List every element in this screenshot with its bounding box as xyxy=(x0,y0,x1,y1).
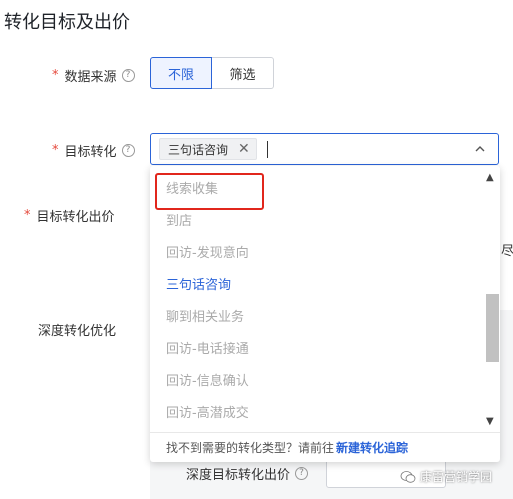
target-conversion-label: * 目标转化 ? xyxy=(52,141,135,160)
chevron-up-icon[interactable] xyxy=(474,143,486,155)
text-caret xyxy=(266,140,268,158)
data-source-label-text: 数据来源 xyxy=(64,70,117,85)
option-callback-info-confirm[interactable]: 回访-信息确认 xyxy=(150,366,484,398)
target-bid-label: * 目标转化出价 xyxy=(24,206,115,225)
watermark: 康雷营销学园 xyxy=(400,468,492,485)
data-source-option-filter[interactable]: 筛选 xyxy=(212,57,274,89)
dropdown-footer: 找不到需要的转化类型？请前往 新建转化追踪 xyxy=(150,432,500,462)
help-icon[interactable]: ? xyxy=(121,69,135,82)
option-callback-intent[interactable]: 回访-发现意向 xyxy=(150,238,484,270)
deep-bid-label: 深度目标转化出价 ? xyxy=(186,464,309,483)
data-source-segmented: 不限 筛选 xyxy=(150,57,274,89)
watermark-text: 康雷营销学园 xyxy=(420,470,493,484)
required-mark: * xyxy=(24,208,31,223)
required-mark: * xyxy=(52,143,59,158)
target-bid-label-text: 目标转化出价 xyxy=(36,210,115,225)
conversion-dropdown: 线索收集 到店 回访-发现意向 三句话咨询 聊到相关业务 回访-电话接通 回访-… xyxy=(150,166,500,462)
data-source-option-unlimited[interactable]: 不限 xyxy=(150,57,212,89)
selected-tag: 三句话咨询 ✕ xyxy=(159,138,257,160)
option-callback-high-potential[interactable]: 回访-高潜成交 xyxy=(150,398,484,430)
data-source-label: * 数据来源 ? xyxy=(52,66,135,85)
new-conversion-tracking-link[interactable]: 新建转化追踪 xyxy=(336,439,408,456)
section-title: 转化目标及出价 xyxy=(4,12,130,33)
scrollbar-thumb[interactable] xyxy=(486,294,499,362)
target-conversion-label-text: 目标转化 xyxy=(64,145,117,160)
wechat-icon xyxy=(400,470,416,483)
footer-text: 找不到需要的转化类型？请前往 xyxy=(166,441,335,455)
truncated-text: 尽 xyxy=(501,244,513,259)
red-highlight-annotation xyxy=(155,173,264,210)
option-related-business[interactable]: 聊到相关业务 xyxy=(150,302,484,334)
option-store-visit[interactable]: 到店 xyxy=(150,206,484,238)
help-icon[interactable]: ? xyxy=(121,144,135,157)
help-icon[interactable]: ? xyxy=(295,467,309,480)
required-mark: * xyxy=(52,68,59,83)
deep-bid-label-text: 深度目标转化出价 xyxy=(186,468,291,483)
option-callback-connected[interactable]: 回访-电话接通 xyxy=(150,334,484,366)
option-three-sentence-consult[interactable]: 三句话咨询 xyxy=(150,270,484,302)
scroll-down-icon[interactable]: ▼ xyxy=(486,416,494,427)
scroll-up-icon[interactable]: ▲ xyxy=(486,172,494,183)
close-icon[interactable]: ✕ xyxy=(238,142,250,156)
dropdown-scrollbar[interactable]: ▲ ▼ xyxy=(484,166,499,428)
selected-tag-label: 三句话咨询 xyxy=(168,142,229,157)
deep-conversion-label: 深度转化优化 xyxy=(38,324,117,339)
target-conversion-select[interactable]: 三句话咨询 ✕ xyxy=(150,133,499,165)
